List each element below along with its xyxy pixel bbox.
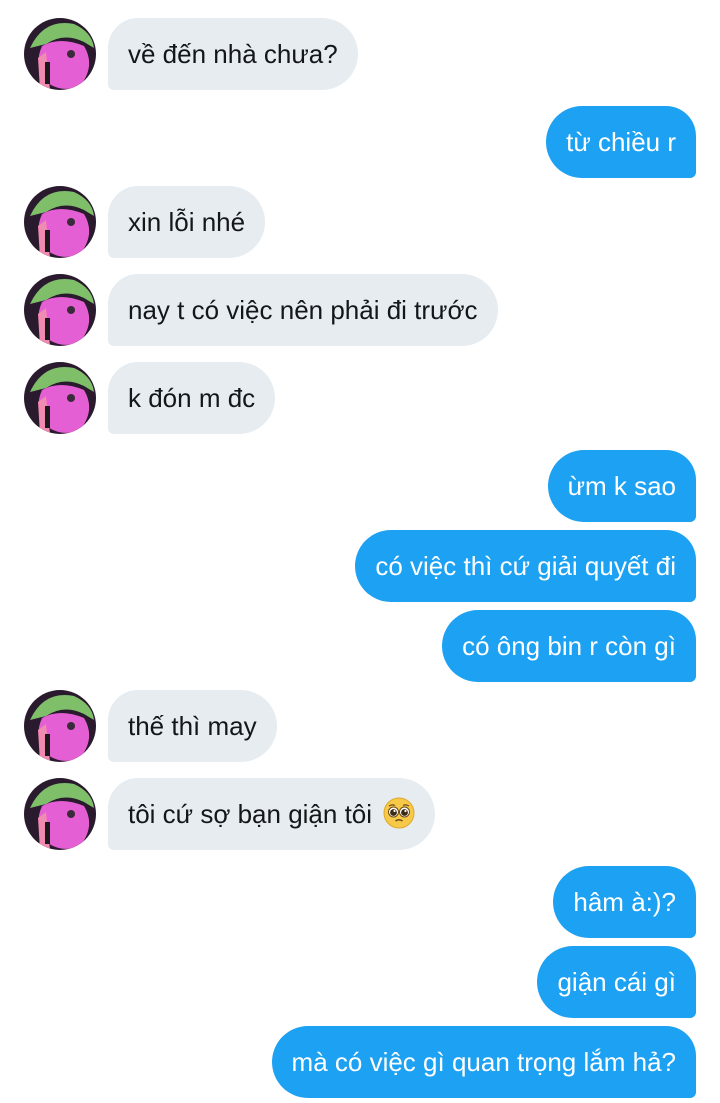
incoming-message-bubble[interactable]: nay t có việc nên phải đi trước xyxy=(108,274,498,346)
message-row: về đến nhà chưa? xyxy=(0,18,720,90)
incoming-message-bubble[interactable]: tôi cứ sợ bạn giận tôi xyxy=(108,778,436,850)
message-row: thế thì may xyxy=(0,690,720,762)
message-text: nay t có việc nên phải đi trước xyxy=(128,295,478,325)
message-text: giận cái gì xyxy=(557,967,676,997)
incoming-message-bubble[interactable]: thế thì may xyxy=(108,690,277,762)
user-avatar[interactable] xyxy=(24,18,96,90)
user-avatar[interactable] xyxy=(24,274,96,346)
message-row: từ chiều r xyxy=(0,106,720,178)
message-text: tôi cứ sợ bạn giận tôi xyxy=(128,799,373,829)
message-row: ừm k sao xyxy=(0,450,720,522)
user-avatar[interactable] xyxy=(24,690,96,762)
incoming-message-bubble[interactable]: xin lỗi nhé xyxy=(108,186,266,258)
message-row: nay t có việc nên phải đi trước xyxy=(0,274,720,346)
outgoing-message-bubble[interactable]: hâm à:)? xyxy=(553,866,696,938)
message-text: về đến nhà chưa? xyxy=(128,39,338,69)
message-text: mà có việc gì quan trọng lắm hả? xyxy=(291,1047,676,1077)
user-avatar[interactable] xyxy=(24,362,96,434)
outgoing-message-bubble[interactable]: từ chiều r xyxy=(546,106,696,178)
message-row: mà có việc gì quan trọng lắm hả? xyxy=(0,1026,720,1098)
message-text: có ông bin r còn gì xyxy=(462,631,676,661)
message-row: k đón m đc xyxy=(0,362,720,434)
message-row: hâm à:)? xyxy=(0,866,720,938)
outgoing-message-bubble[interactable]: có ông bin r còn gì xyxy=(442,610,696,682)
message-row: tôi cứ sợ bạn giận tôi xyxy=(0,778,720,850)
incoming-message-bubble[interactable]: về đến nhà chưa? xyxy=(108,18,358,90)
message-row: có ông bin r còn gì xyxy=(0,610,720,682)
message-thread: về đến nhà chưa? từ chiều r xin lỗi nhé xyxy=(0,0,720,1103)
incoming-message-bubble[interactable]: k đón m đc xyxy=(108,362,276,434)
message-text: thế thì may xyxy=(128,711,257,741)
message-row: có việc thì cứ giải quyết đi xyxy=(0,530,720,602)
outgoing-message-bubble[interactable]: mà có việc gì quan trọng lắm hả? xyxy=(271,1026,696,1098)
user-avatar[interactable] xyxy=(24,186,96,258)
pleading-face-emoji-icon xyxy=(383,784,415,829)
outgoing-message-bubble[interactable]: ừm k sao xyxy=(547,450,696,522)
outgoing-message-bubble[interactable]: giận cái gì xyxy=(537,946,696,1018)
message-row: xin lỗi nhé xyxy=(0,186,720,258)
outgoing-message-bubble[interactable]: có việc thì cứ giải quyết đi xyxy=(355,530,696,602)
message-text: xin lỗi nhé xyxy=(128,207,246,237)
message-text: hâm à:)? xyxy=(573,887,676,917)
user-avatar[interactable] xyxy=(24,778,96,850)
message-text: có việc thì cứ giải quyết đi xyxy=(375,551,676,581)
message-text: ừm k sao xyxy=(567,471,676,501)
message-text: k đón m đc xyxy=(128,383,256,413)
message-row: giận cái gì xyxy=(0,946,720,1018)
message-text: từ chiều r xyxy=(566,127,676,157)
